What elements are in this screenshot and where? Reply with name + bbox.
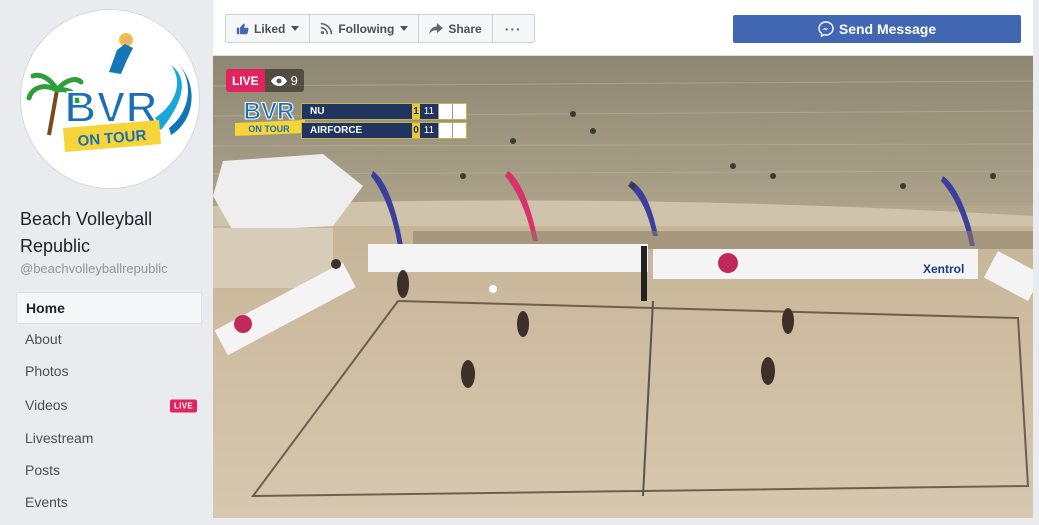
- more-options-button[interactable]: ···: [493, 15, 534, 42]
- nav-label: Photos: [25, 363, 69, 379]
- live-video-player[interactable]: Xentrol BVR ON TOUR NU 1 11 AIRFORCE 0 1…: [213, 56, 1033, 518]
- score-cell-empty: [452, 123, 466, 138]
- team-name: NU: [310, 106, 325, 117]
- nav-item-videos[interactable]: Videos LIVE: [16, 388, 202, 423]
- chevron-down-icon: [400, 26, 409, 31]
- score-cell-empty: [438, 104, 452, 119]
- bvr-logo: BVR ON TOUR: [21, 10, 199, 188]
- live-label: LIVE: [226, 69, 265, 92]
- viewer-count: 9: [264, 69, 304, 92]
- page-nav: Home About Photos Videos LIVE Livestream…: [16, 292, 202, 519]
- liked-button[interactable]: Liked: [226, 15, 311, 42]
- messenger-icon: [818, 21, 834, 37]
- overlay-on-tour-text: ON TOUR: [248, 124, 290, 134]
- overlay-bvr-logo: BVR ON TOUR: [235, 98, 305, 136]
- team-name: AIRFORCE: [310, 125, 363, 136]
- score-cell-empty: [438, 123, 452, 138]
- nav-label: Livestream: [25, 430, 94, 446]
- score-cell-empty: [452, 104, 466, 119]
- team-points: 11: [423, 125, 435, 136]
- nav-label: Videos: [25, 397, 68, 413]
- rss-icon: [320, 22, 333, 35]
- send-message-button[interactable]: Send Message: [733, 15, 1021, 43]
- nav-label: Posts: [25, 462, 61, 478]
- nav-label: Events: [25, 494, 68, 510]
- nav-label: About: [25, 331, 62, 347]
- share-button[interactable]: Share: [419, 15, 493, 42]
- eye-icon: [270, 75, 287, 86]
- thumbs-up-icon: [236, 22, 249, 35]
- nav-label: Home: [26, 300, 65, 316]
- page-handle[interactable]: @beachvolleyballrepublic: [20, 261, 168, 276]
- nav-item-events[interactable]: Events: [16, 487, 202, 519]
- following-button[interactable]: Following: [310, 15, 420, 42]
- nav-item-livestream[interactable]: Livestream: [16, 423, 202, 455]
- scoreboard-row: NU 1 11: [301, 103, 467, 120]
- live-viewer-badge: LIVE 9: [226, 69, 304, 92]
- send-message-label: Send Message: [838, 21, 937, 37]
- following-label: Following: [338, 21, 395, 36]
- page-avatar[interactable]: BVR ON TOUR: [20, 9, 200, 189]
- team-sets: 0: [412, 123, 420, 138]
- page-sidebar: BVR ON TOUR Beach Volleyball Republic @b…: [0, 0, 213, 525]
- more-icon: ···: [504, 20, 522, 37]
- page-action-buttons: Liked Following Share ···: [225, 14, 535, 43]
- team-sets: 1: [412, 104, 420, 119]
- scoreboard: NU 1 11 AIRFORCE 0 11: [301, 103, 467, 141]
- chevron-down-icon: [291, 26, 300, 31]
- nav-item-posts[interactable]: Posts: [16, 455, 202, 487]
- liked-label: Liked: [254, 21, 286, 36]
- share-arrow-icon: [429, 22, 444, 35]
- banner-xentrol-text: Xentrol: [923, 262, 964, 276]
- nav-item-home[interactable]: Home: [16, 292, 202, 324]
- scoreboard-row: AIRFORCE 0 11: [301, 122, 467, 139]
- viewer-count-value: 9: [290, 73, 298, 88]
- nav-item-about[interactable]: About: [16, 324, 202, 356]
- page-action-bar: Liked Following Share ··· Send Message: [213, 0, 1033, 56]
- team-points: 11: [423, 106, 435, 117]
- share-label: Share: [448, 21, 482, 36]
- live-badge: LIVE: [170, 399, 197, 412]
- page-title[interactable]: Beach Volleyball Republic: [20, 206, 210, 260]
- nav-item-photos[interactable]: Photos: [16, 356, 202, 388]
